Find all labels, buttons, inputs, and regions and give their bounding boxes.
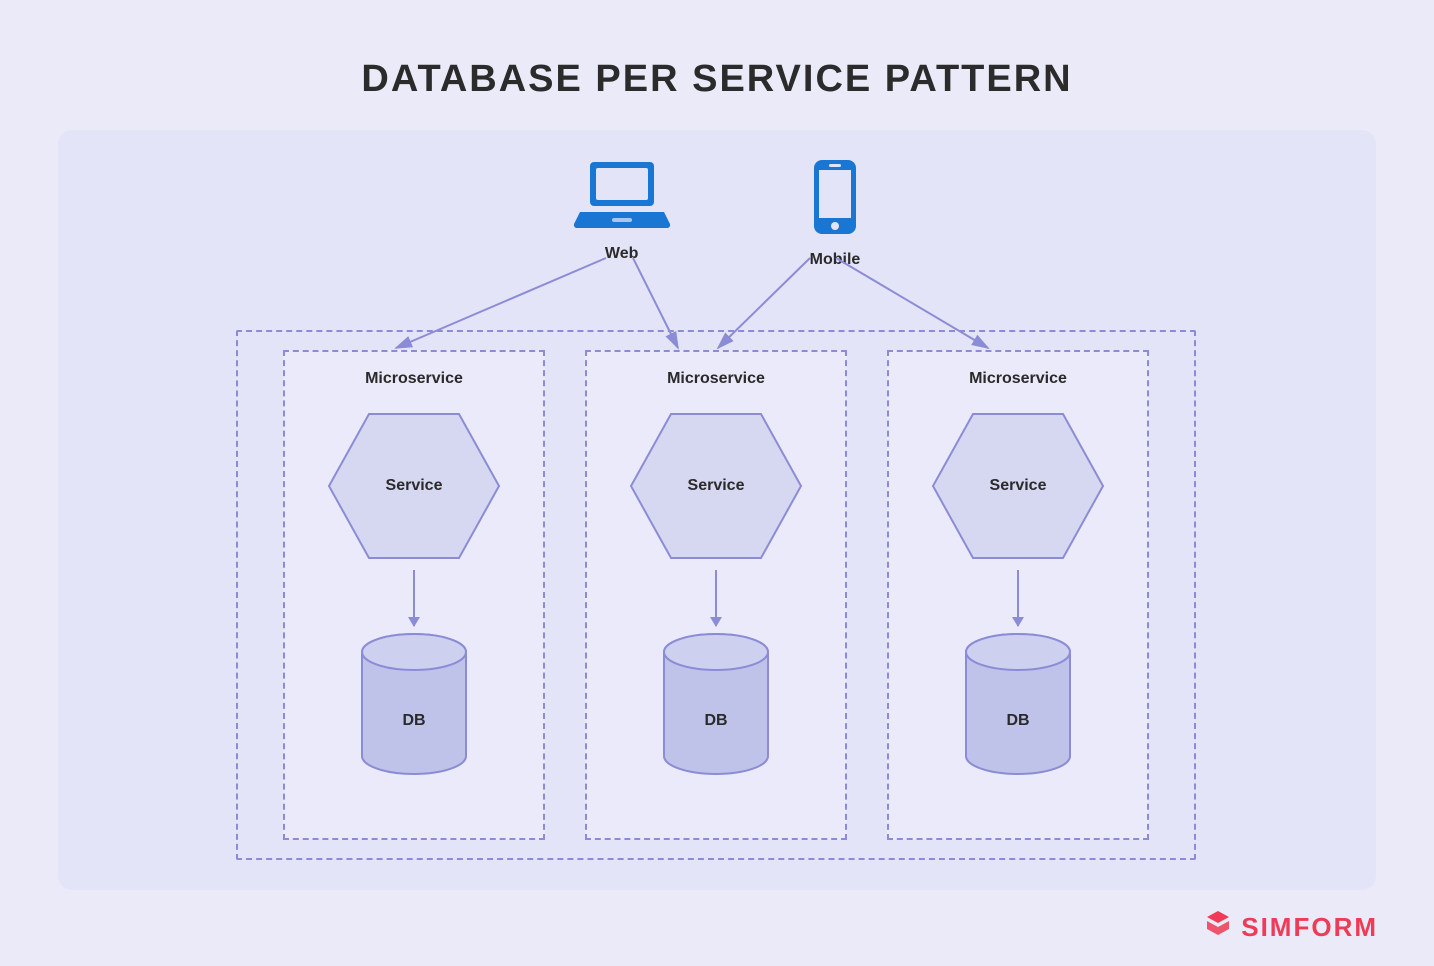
db-label: DB [704,712,727,730]
client-web-label: Web [605,245,638,263]
database-cylinder: DB [656,630,776,780]
arrow-down-icon [413,570,415,626]
brand-mark-icon [1203,909,1233,946]
microservice-box: Microservice Service DB [585,350,847,840]
diagram-panel: Web Mobile [58,130,1376,890]
client-mobile-label: Mobile [810,251,861,269]
microservice-title: Microservice [969,370,1067,388]
clients-row: Web Mobile [58,158,1376,269]
service-hexagon: Service [928,406,1108,566]
client-web: Web [574,158,670,269]
microservice-box: Microservice Service DB [887,350,1149,840]
services-row: Microservice Service DB [238,350,1194,840]
microservice-title: Microservice [365,370,463,388]
services-container: Microservice Service DB [236,330,1196,860]
db-label: DB [402,712,425,730]
service-hexagon: Service [324,406,504,566]
brand-logo: SIMFORM [1203,909,1378,946]
database-cylinder: DB [354,630,474,780]
brand-text: SIMFORM [1241,912,1378,943]
mobile-icon [810,158,860,241]
arrow-down-icon [715,570,717,626]
service-label: Service [990,477,1047,495]
service-label: Service [688,477,745,495]
service-label: Service [386,477,443,495]
arrow-down-icon [1017,570,1019,626]
client-mobile: Mobile [810,158,861,269]
service-hexagon: Service [626,406,806,566]
microservice-title: Microservice [667,370,765,388]
page-title: DATABASE PER SERVICE PATTERN [0,0,1434,101]
database-cylinder: DB [958,630,1078,780]
microservice-box: Microservice Service DB [283,350,545,840]
db-label: DB [1006,712,1029,730]
laptop-icon [574,158,670,235]
